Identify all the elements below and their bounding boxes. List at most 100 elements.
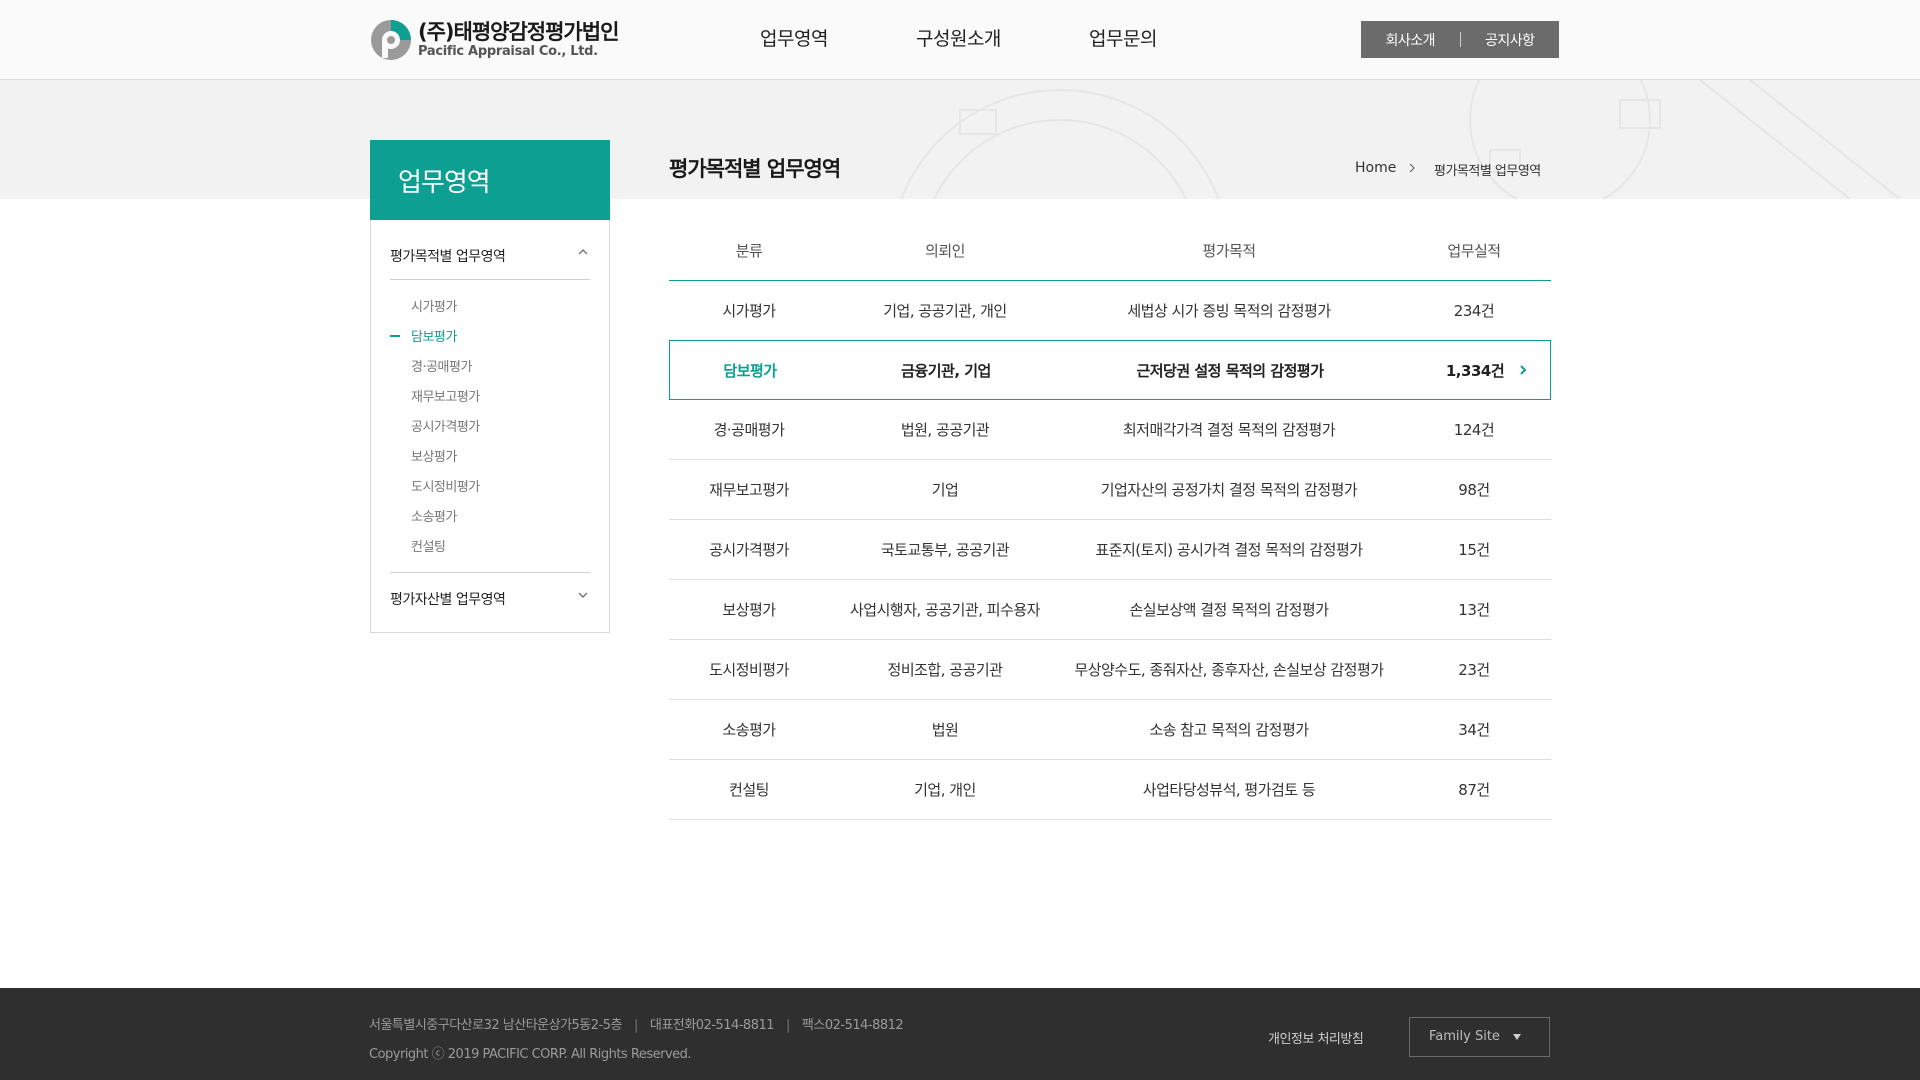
site-footer: 서울특별시중구다산로32 남산타운상가5동2-5층 | 대표전화02-514-881… bbox=[0, 988, 1920, 1080]
cell-purpose: 세법상 시가 증빙 목적의 감정평가 bbox=[1127, 302, 1331, 320]
sidebar-menu: 평가목적별 업무영역 시가평가 담보평가 경·공매평가 재무보고평가 공시가격평… bbox=[370, 220, 610, 633]
cell-purpose: 최저매각가격 결정 목적의 감정평가 bbox=[1122, 421, 1336, 439]
cell-client: 국토교통부, 공공기관 bbox=[880, 541, 1010, 559]
cell-category: 공시가격평가 bbox=[709, 541, 789, 559]
cell-category: 보상평가 bbox=[722, 601, 776, 619]
cell-performance: 34건 bbox=[1458, 721, 1490, 739]
family-site-label: Family Site bbox=[1429, 1029, 1500, 1044]
sidebar-group-label: 평가자산별 업무영역 bbox=[390, 592, 506, 608]
nav-item-inquiry[interactable]: 업무문의 bbox=[1089, 24, 1157, 51]
sidebar-divider bbox=[390, 279, 590, 280]
active-indicator bbox=[390, 335, 400, 337]
cell-client: 정비조합, 공공기관 bbox=[887, 661, 1003, 679]
sidebar-divider bbox=[390, 572, 590, 573]
top-links: 회사소개 공지사항 bbox=[1361, 21, 1559, 58]
cell-purpose: 표준지(토지) 공시가격 결정 목적의 감정평가 bbox=[1095, 541, 1363, 559]
footer-address: 서울특별시중구다산로32 남산타운상가5동2-5층 bbox=[369, 1018, 622, 1033]
column-header-client: 의뢰인 bbox=[925, 241, 965, 260]
table-row[interactable]: 도시정비평가 정비조합, 공공기관 무상양수도, 종줘자산, 종후자산, 손실보… bbox=[669, 640, 1551, 700]
sidebar-item-market[interactable]: 시가평가 bbox=[411, 296, 457, 315]
breadcrumb-home[interactable]: Home bbox=[1355, 160, 1396, 176]
sidebar-item-urban-renewal[interactable]: 도시정비평가 bbox=[411, 476, 480, 495]
cell-performance: 124건 bbox=[1453, 421, 1495, 439]
cell-category: 담보평가 bbox=[723, 361, 777, 380]
caret-down-icon bbox=[1513, 1034, 1521, 1040]
sidebar-item-compensation[interactable]: 보상평가 bbox=[411, 446, 457, 465]
table-row[interactable]: 재무보고평가 기업 기업자산의 공정가치 결정 목적의 감정평가 98건 bbox=[669, 460, 1551, 520]
table-row[interactable]: 시가평가 기업, 공공기관, 개인 세법상 시가 증빙 목적의 감정평가 234… bbox=[669, 281, 1551, 341]
sidebar-item-litigation[interactable]: 소송평가 bbox=[411, 506, 457, 525]
table-row[interactable]: 보상평가 사업시행자, 공공기관, 피수용자 손실보상액 결정 목적의 감정평가… bbox=[669, 580, 1551, 640]
sidebar-group-label: 평가목적별 업무영역 bbox=[390, 249, 506, 265]
cell-performance: 1,334건 bbox=[1445, 361, 1505, 380]
cell-client: 기업, 개인 bbox=[914, 781, 976, 799]
cell-purpose: 기업자산의 공정가치 결정 목적의 감정평가 bbox=[1100, 481, 1358, 499]
cell-purpose: 무상양수도, 종줘자산, 종후자산, 손실보상 감정평가 bbox=[1074, 661, 1384, 679]
cell-performance: 23건 bbox=[1458, 661, 1490, 679]
sidebar-item-collateral[interactable]: 담보평가 bbox=[411, 326, 457, 345]
site-header: (주)태평양감정평가법인 Pacific Appraisal Co., Ltd.… bbox=[0, 0, 1920, 80]
breadcrumb-current: 평가목적별 업무영역 bbox=[1434, 164, 1541, 179]
sidebar-title-box: 업무영역 bbox=[370, 140, 610, 220]
sidebar-item-financial-report[interactable]: 재무보고평가 bbox=[411, 386, 480, 405]
nav-item-members[interactable]: 구성원소개 bbox=[916, 24, 1001, 51]
nav-item-business[interactable]: 업무영역 bbox=[760, 24, 828, 51]
footer-phone: 대표전화02-514-8811 bbox=[649, 1018, 775, 1033]
cell-category: 소송평가 bbox=[722, 721, 776, 739]
cell-client: 기업 bbox=[931, 481, 959, 499]
privacy-policy-link[interactable]: 개인정보 처리방침 bbox=[1268, 1028, 1364, 1047]
footer-copyright: Copyright ⓒ 2019 PACIFIC CORP. All Right… bbox=[369, 1047, 692, 1062]
band-decoration bbox=[900, 80, 1901, 199]
cell-client: 기업, 공공기관, 개인 bbox=[883, 302, 1007, 320]
cell-category: 경·공매평가 bbox=[713, 421, 785, 439]
cell-purpose: 근저당권 설정 목적의 감정평가 bbox=[1136, 361, 1324, 380]
company-intro-link[interactable]: 회사소개 bbox=[1361, 30, 1460, 50]
cell-category: 컨설팅 bbox=[729, 781, 769, 799]
column-header-performance: 업무실적 bbox=[1447, 241, 1501, 260]
table-row[interactable]: 경·공매평가 법원, 공공기관 최저매각가격 결정 목적의 감정평가 124건 bbox=[669, 400, 1551, 460]
chevron-up-icon bbox=[578, 249, 588, 255]
footer-address-line: 서울특별시중구다산로32 남산타운상가5동2-5층 | 대표전화02-514-881… bbox=[369, 1014, 904, 1033]
cell-purpose: 소송 참고 목적의 감정평가 bbox=[1149, 721, 1309, 739]
sub-visual-band bbox=[0, 80, 1920, 199]
table-header: 분류 의뢰인 평가목적 업무실적 bbox=[669, 220, 1551, 281]
sidebar-group-purpose[interactable]: 평가목적별 업무영역 bbox=[390, 235, 590, 275]
sidebar-item-auction[interactable]: 경·공매평가 bbox=[411, 356, 472, 375]
chevron-down-icon bbox=[578, 592, 588, 598]
sidebar-item-consulting[interactable]: 컨설팅 bbox=[411, 536, 446, 555]
work-area-table: 분류 의뢰인 평가목적 업무실적 시가평가 기업, 공공기관, 개인 세법상 시… bbox=[669, 220, 1551, 820]
cell-purpose: 사업타당성뷰석, 평가검토 등 bbox=[1142, 781, 1316, 799]
footer-fax: 팩스02-514-8812 bbox=[801, 1018, 904, 1033]
family-site-select[interactable]: Family Site bbox=[1409, 1017, 1550, 1057]
cell-performance: 13건 bbox=[1458, 601, 1490, 619]
column-header-category: 분류 bbox=[735, 241, 763, 260]
cell-client: 금융기관, 기업 bbox=[901, 361, 991, 380]
table-row-selected[interactable]: 담보평가 금융기관, 기업 근저당권 설정 목적의 감정평가 1,334건 bbox=[669, 340, 1551, 400]
footer-separator: | bbox=[633, 1018, 638, 1033]
table-row[interactable]: 컨설팅 기업, 개인 사업타당성뷰석, 평가검토 등 87건 bbox=[669, 760, 1551, 820]
sidebar-item-public-price[interactable]: 공시가격평가 bbox=[411, 416, 480, 435]
cell-performance: 98건 bbox=[1458, 481, 1490, 499]
cell-category: 재무보고평가 bbox=[709, 481, 789, 499]
table-row[interactable]: 공시가격평가 국토교통부, 공공기관 표준지(토지) 공시가격 결정 목적의 감… bbox=[669, 520, 1551, 580]
cell-category: 도시정비평가 bbox=[709, 661, 789, 679]
logo[interactable]: (주)태평양감정평가법인 Pacific Appraisal Co., Ltd. bbox=[369, 16, 639, 64]
notice-link[interactable]: 공지사항 bbox=[1461, 30, 1560, 50]
logo-name: (주)태평양감정평가법인 bbox=[418, 20, 619, 44]
cell-client: 사업시행자, 공공기관, 피수용자 bbox=[850, 601, 1040, 619]
breadcrumb-arrow-icon bbox=[1409, 163, 1415, 173]
cell-performance: 15건 bbox=[1458, 541, 1490, 559]
table-row[interactable]: 소송평가 법원 소송 참고 목적의 감정평가 34건 bbox=[669, 700, 1551, 760]
page-title: 평가목적별 업무영역 bbox=[669, 157, 841, 181]
cell-client: 법원, 공공기관 bbox=[900, 421, 990, 439]
row-arrow-icon bbox=[1520, 365, 1527, 375]
cell-purpose: 손실보상액 결정 목적의 감정평가 bbox=[1129, 601, 1329, 619]
logo-name-en: Pacific Appraisal Co., Ltd. bbox=[418, 44, 598, 59]
footer-separator: | bbox=[786, 1018, 790, 1033]
cell-performance: 234건 bbox=[1453, 302, 1495, 320]
sidebar-title: 업무영역 bbox=[398, 168, 491, 198]
cell-performance: 87건 bbox=[1458, 781, 1490, 799]
sidebar-group-asset[interactable]: 평가자산별 업무영역 bbox=[390, 578, 590, 618]
column-header-purpose: 평가목적 bbox=[1202, 241, 1256, 260]
cell-category: 시가평가 bbox=[722, 302, 776, 320]
